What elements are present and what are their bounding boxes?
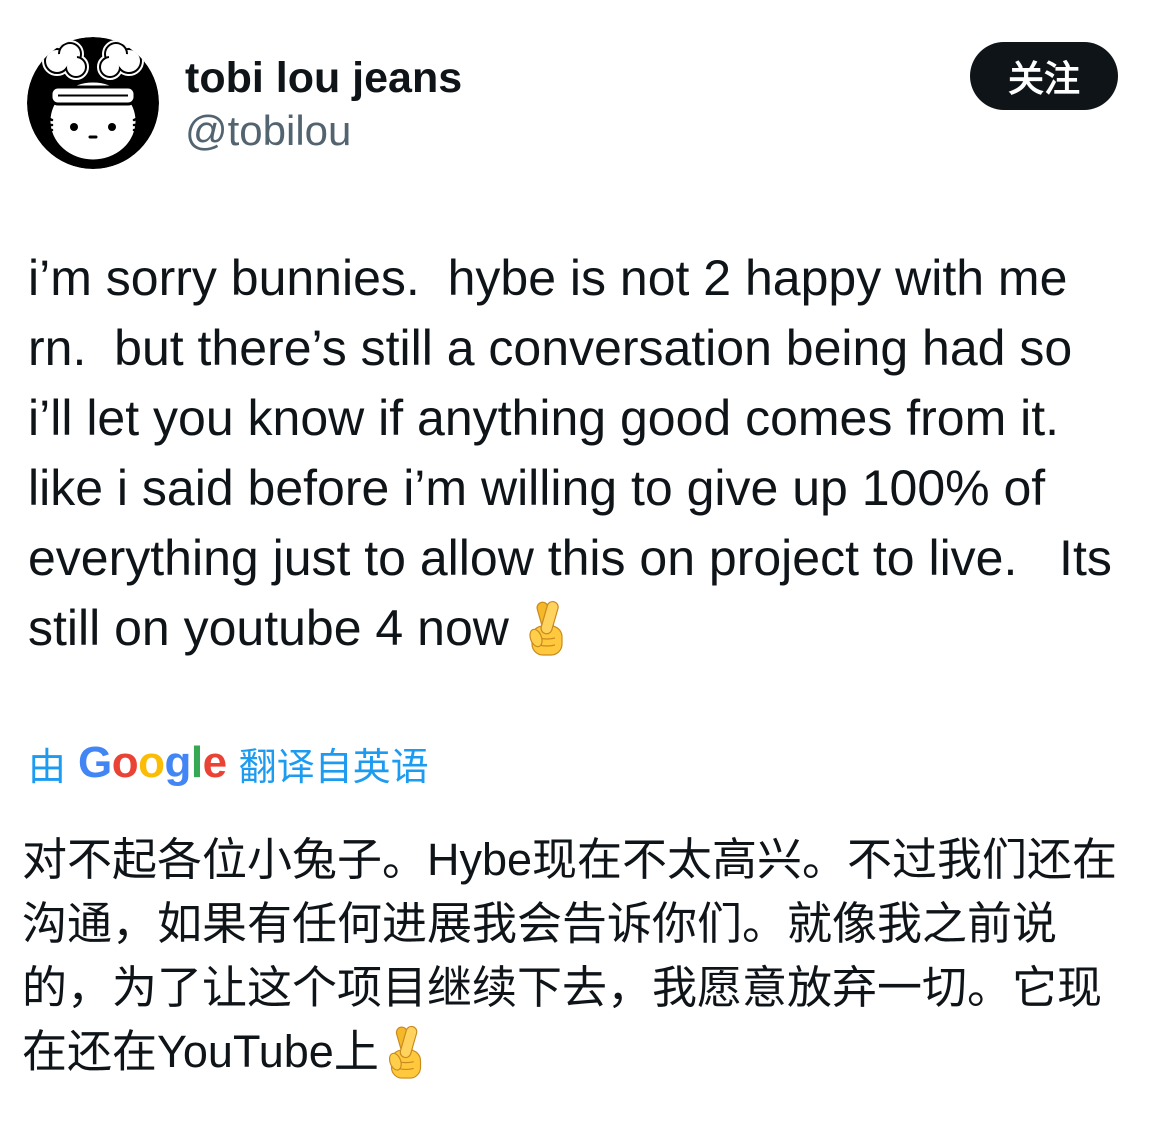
translated-text-fragment: 在还在YouTube上 [22, 1026, 379, 1077]
tweet-text-line: still on youtube 4 now [28, 593, 1112, 663]
follow-button[interactable]: 关注 [970, 42, 1118, 110]
display-name[interactable]: tobi lou jeans [185, 53, 462, 103]
tweet-text-line: like i said before i’m willing to give u… [28, 460, 1046, 516]
translation-attribution: 由 Google 翻译自英语 [28, 733, 429, 793]
tweet-text-line: i’m sorry bunnies. hybe is not 2 happy w… [28, 250, 1068, 306]
google-logo-letter: o [138, 738, 165, 787]
translated-text: 对不起各位小兔子。Hybe现在不太高兴。不过我们还在 沟通，如果有任何进展我会告… [22, 828, 1117, 1084]
username-handle[interactable]: @tobilou [185, 106, 351, 156]
tweet-text-line: i’ll let you know if anything good comes… [28, 390, 1060, 446]
google-logo-letter: G [78, 738, 112, 787]
tweet-card: tobi lou jeans @tobilou 关注 i’m sorry bun… [0, 0, 1170, 1131]
tweet-text-fragment: still on youtube 4 now [28, 600, 509, 656]
google-logo-letter: o [111, 738, 139, 787]
google-logo-letter: l [190, 738, 203, 787]
avatar[interactable] [27, 37, 159, 169]
translated-text-line: 对不起各位小兔子。Hybe现在不太高兴。不过我们还在 [22, 834, 1118, 885]
crossed-fingers-emoji [388, 1025, 421, 1079]
tweet-text-line: everything just to allow this on project… [28, 530, 1112, 586]
avatar-cartoon-face-icon [27, 37, 159, 169]
translated-from-english-label: 翻译自英语 [238, 746, 429, 789]
translated-text-line: 的，为了让这个项目继续下去，我愿意放弃一切。它现 [22, 962, 1103, 1013]
crossed-fingers-emoji [529, 600, 563, 656]
translated-by-prefix: 由 [28, 746, 67, 789]
translated-text-line: 沟通，如果有任何进展我会告诉你们。就像我之前说 [22, 898, 1058, 949]
google-logo-letter: e [202, 738, 227, 787]
translated-text-line: 在还在YouTube上 [22, 1020, 1117, 1084]
google-logo-letter: g [164, 738, 192, 787]
google-logo: Google [78, 738, 227, 788]
tweet-text: i’m sorry bunnies. hybe is not 2 happy w… [28, 243, 1112, 663]
tweet-text-line: rn. but there’s still a conversation bei… [28, 320, 1073, 376]
